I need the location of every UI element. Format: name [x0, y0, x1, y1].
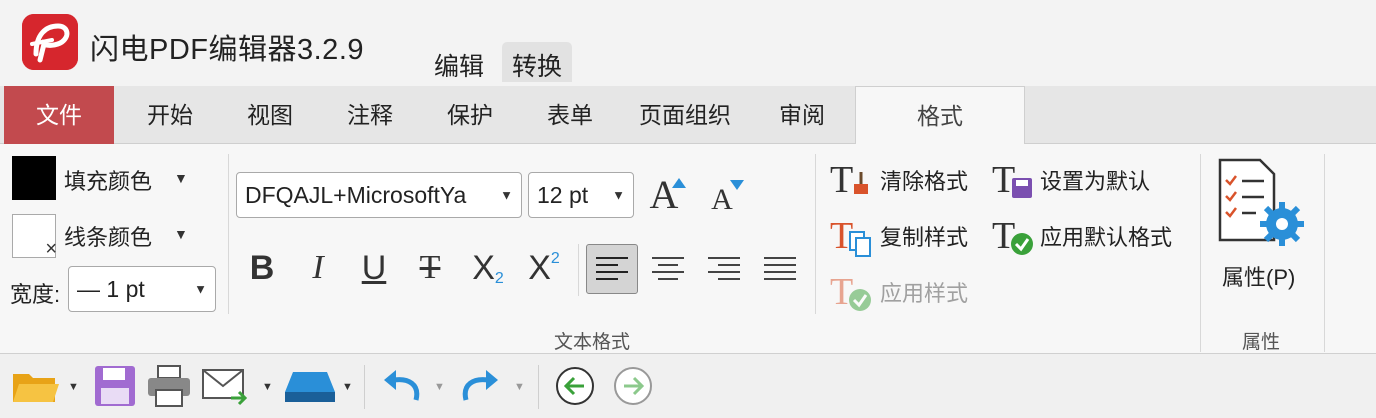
- bold-button[interactable]: B: [240, 246, 284, 290]
- subscript-icon: X: [472, 248, 495, 287]
- open-folder-icon[interactable]: [10, 363, 62, 409]
- mode-tab-edit[interactable]: 编辑: [424, 42, 494, 82]
- text-format-group-caption: 文本格式: [554, 332, 631, 353]
- apply-style-label[interactable]: 应用样式: [880, 276, 968, 308]
- italic-icon: I: [312, 249, 324, 286]
- line-color-dropdown-icon[interactable]: ▼: [174, 226, 188, 242]
- clear-format-label[interactable]: 清除格式: [880, 164, 968, 196]
- align-right-button[interactable]: [698, 244, 750, 294]
- tab-page-organize[interactable]: 页面组织: [622, 86, 748, 144]
- font-size-value: 12 pt: [537, 181, 589, 208]
- divider: [815, 154, 816, 314]
- undo-dropdown-icon[interactable]: ▼: [434, 381, 445, 393]
- scan-icon[interactable]: [282, 363, 338, 409]
- title-bar: 闪电PDF编辑器3.2.9 编辑 转换: [0, 0, 1376, 86]
- set-default-icon[interactable]: T: [990, 156, 1036, 202]
- tab-form[interactable]: 表单: [522, 86, 618, 144]
- undo-icon[interactable]: [378, 363, 426, 409]
- apply-default-format-icon[interactable]: T: [990, 212, 1036, 258]
- grow-font-button[interactable]: A: [642, 172, 686, 217]
- chevron-down-icon: ▼: [194, 281, 207, 297]
- divider: [1200, 154, 1201, 352]
- save-icon[interactable]: [90, 363, 140, 409]
- toolbar-divider: [538, 365, 539, 409]
- strikethrough-icon: T: [419, 249, 441, 286]
- apply-default-format-label[interactable]: 应用默认格式: [1040, 220, 1172, 252]
- app-logo-icon: [22, 14, 78, 70]
- divider: [578, 244, 579, 296]
- fill-color-swatch[interactable]: [12, 156, 56, 200]
- align-right-icon: [708, 257, 740, 280]
- scan-dropdown-icon[interactable]: ▼: [342, 381, 353, 393]
- font-family-select[interactable]: DFQAJL+MicrosoftYa ▼: [236, 172, 522, 218]
- app-title: 闪电PDF编辑器3.2.9: [90, 34, 364, 66]
- strikethrough-button[interactable]: T: [408, 246, 452, 290]
- align-justify-button[interactable]: [754, 244, 806, 294]
- format-ribbon: 填充颜色 ▼ × 线条颜色 ▼ 宽度: — 1 pt ▼ DFQAJL+Micr…: [0, 144, 1376, 354]
- fill-color-dropdown-icon[interactable]: ▼: [174, 170, 188, 186]
- properties-label[interactable]: 属性(P): [1222, 260, 1295, 292]
- svg-text:T: T: [830, 271, 853, 313]
- line-width-value: — 1 pt: [77, 275, 145, 302]
- divider: [228, 154, 229, 314]
- arrow-down-icon: [730, 180, 744, 190]
- redo-dropdown-icon[interactable]: ▼: [514, 381, 525, 393]
- tab-view[interactable]: 视图: [222, 86, 318, 144]
- chevron-down-icon: ▼: [612, 187, 625, 203]
- email-icon[interactable]: [200, 363, 252, 409]
- svg-text:T: T: [992, 159, 1015, 201]
- copy-style-label[interactable]: 复制样式: [880, 220, 968, 252]
- align-justify-icon: [764, 257, 796, 280]
- divider: [1324, 154, 1325, 352]
- toolbar-divider: [364, 365, 365, 409]
- tab-comment[interactable]: 注释: [322, 86, 418, 144]
- email-dropdown-icon[interactable]: ▼: [262, 381, 273, 393]
- tab-file[interactable]: 文件: [4, 86, 114, 144]
- width-label: 宽度:: [10, 282, 61, 307]
- align-left-button[interactable]: [586, 244, 638, 294]
- clear-format-icon[interactable]: T: [828, 156, 874, 202]
- back-arrow-icon[interactable]: [552, 363, 598, 409]
- print-icon[interactable]: [144, 363, 194, 409]
- tab-protect[interactable]: 保护: [422, 86, 518, 144]
- italic-button[interactable]: I: [296, 246, 340, 290]
- mode-tab-convert[interactable]: 转换: [502, 42, 573, 82]
- superscript-button[interactable]: X2: [522, 246, 566, 290]
- tab-format[interactable]: 格式: [855, 86, 1025, 146]
- underline-button[interactable]: U: [352, 246, 396, 290]
- subscript-mark: 2: [494, 270, 504, 287]
- align-center-button[interactable]: [642, 244, 694, 294]
- set-default-label[interactable]: 设置为默认: [1040, 164, 1150, 196]
- no-color-icon: ×: [45, 238, 57, 260]
- apply-style-icon[interactable]: T: [828, 268, 874, 314]
- quick-access-toolbar: ▼ ▼ ▼ ▼ ▼: [0, 355, 1376, 418]
- line-color-label[interactable]: 线条颜色: [64, 220, 152, 252]
- superscript-mark: 2: [550, 250, 560, 267]
- menu-bar: 文件 开始 视图 注释 保护 表单 页面组织 审阅 格式: [0, 86, 1376, 146]
- svg-text:T: T: [992, 215, 1015, 257]
- chevron-down-icon: ▼: [500, 187, 513, 203]
- properties-icon[interactable]: [1216, 156, 1306, 250]
- font-size-select[interactable]: 12 pt ▼: [528, 172, 634, 218]
- line-width-select[interactable]: — 1 pt ▼: [68, 266, 216, 312]
- redo-icon[interactable]: [456, 363, 504, 409]
- line-color-swatch[interactable]: ×: [12, 214, 57, 260]
- underline-icon: U: [361, 248, 387, 287]
- properties-group-caption: 属性: [1242, 332, 1281, 353]
- fill-color-label[interactable]: 填充颜色: [64, 164, 152, 196]
- font-family-value: DFQAJL+MicrosoftYa: [245, 181, 467, 208]
- tab-home[interactable]: 开始: [122, 86, 218, 144]
- align-left-icon: [596, 257, 628, 280]
- arrow-up-icon: [672, 178, 686, 188]
- svg-text:T: T: [830, 159, 853, 201]
- superscript-icon: X: [528, 248, 551, 287]
- align-center-icon: [652, 257, 684, 280]
- bold-icon: B: [249, 248, 275, 287]
- tab-review[interactable]: 审阅: [752, 86, 852, 144]
- shrink-font-button[interactable]: A: [700, 178, 744, 222]
- open-dropdown-icon[interactable]: ▼: [68, 381, 79, 393]
- forward-arrow-icon[interactable]: [610, 363, 656, 409]
- copy-style-icon[interactable]: T: [828, 212, 874, 258]
- subscript-button[interactable]: X2: [466, 246, 510, 290]
